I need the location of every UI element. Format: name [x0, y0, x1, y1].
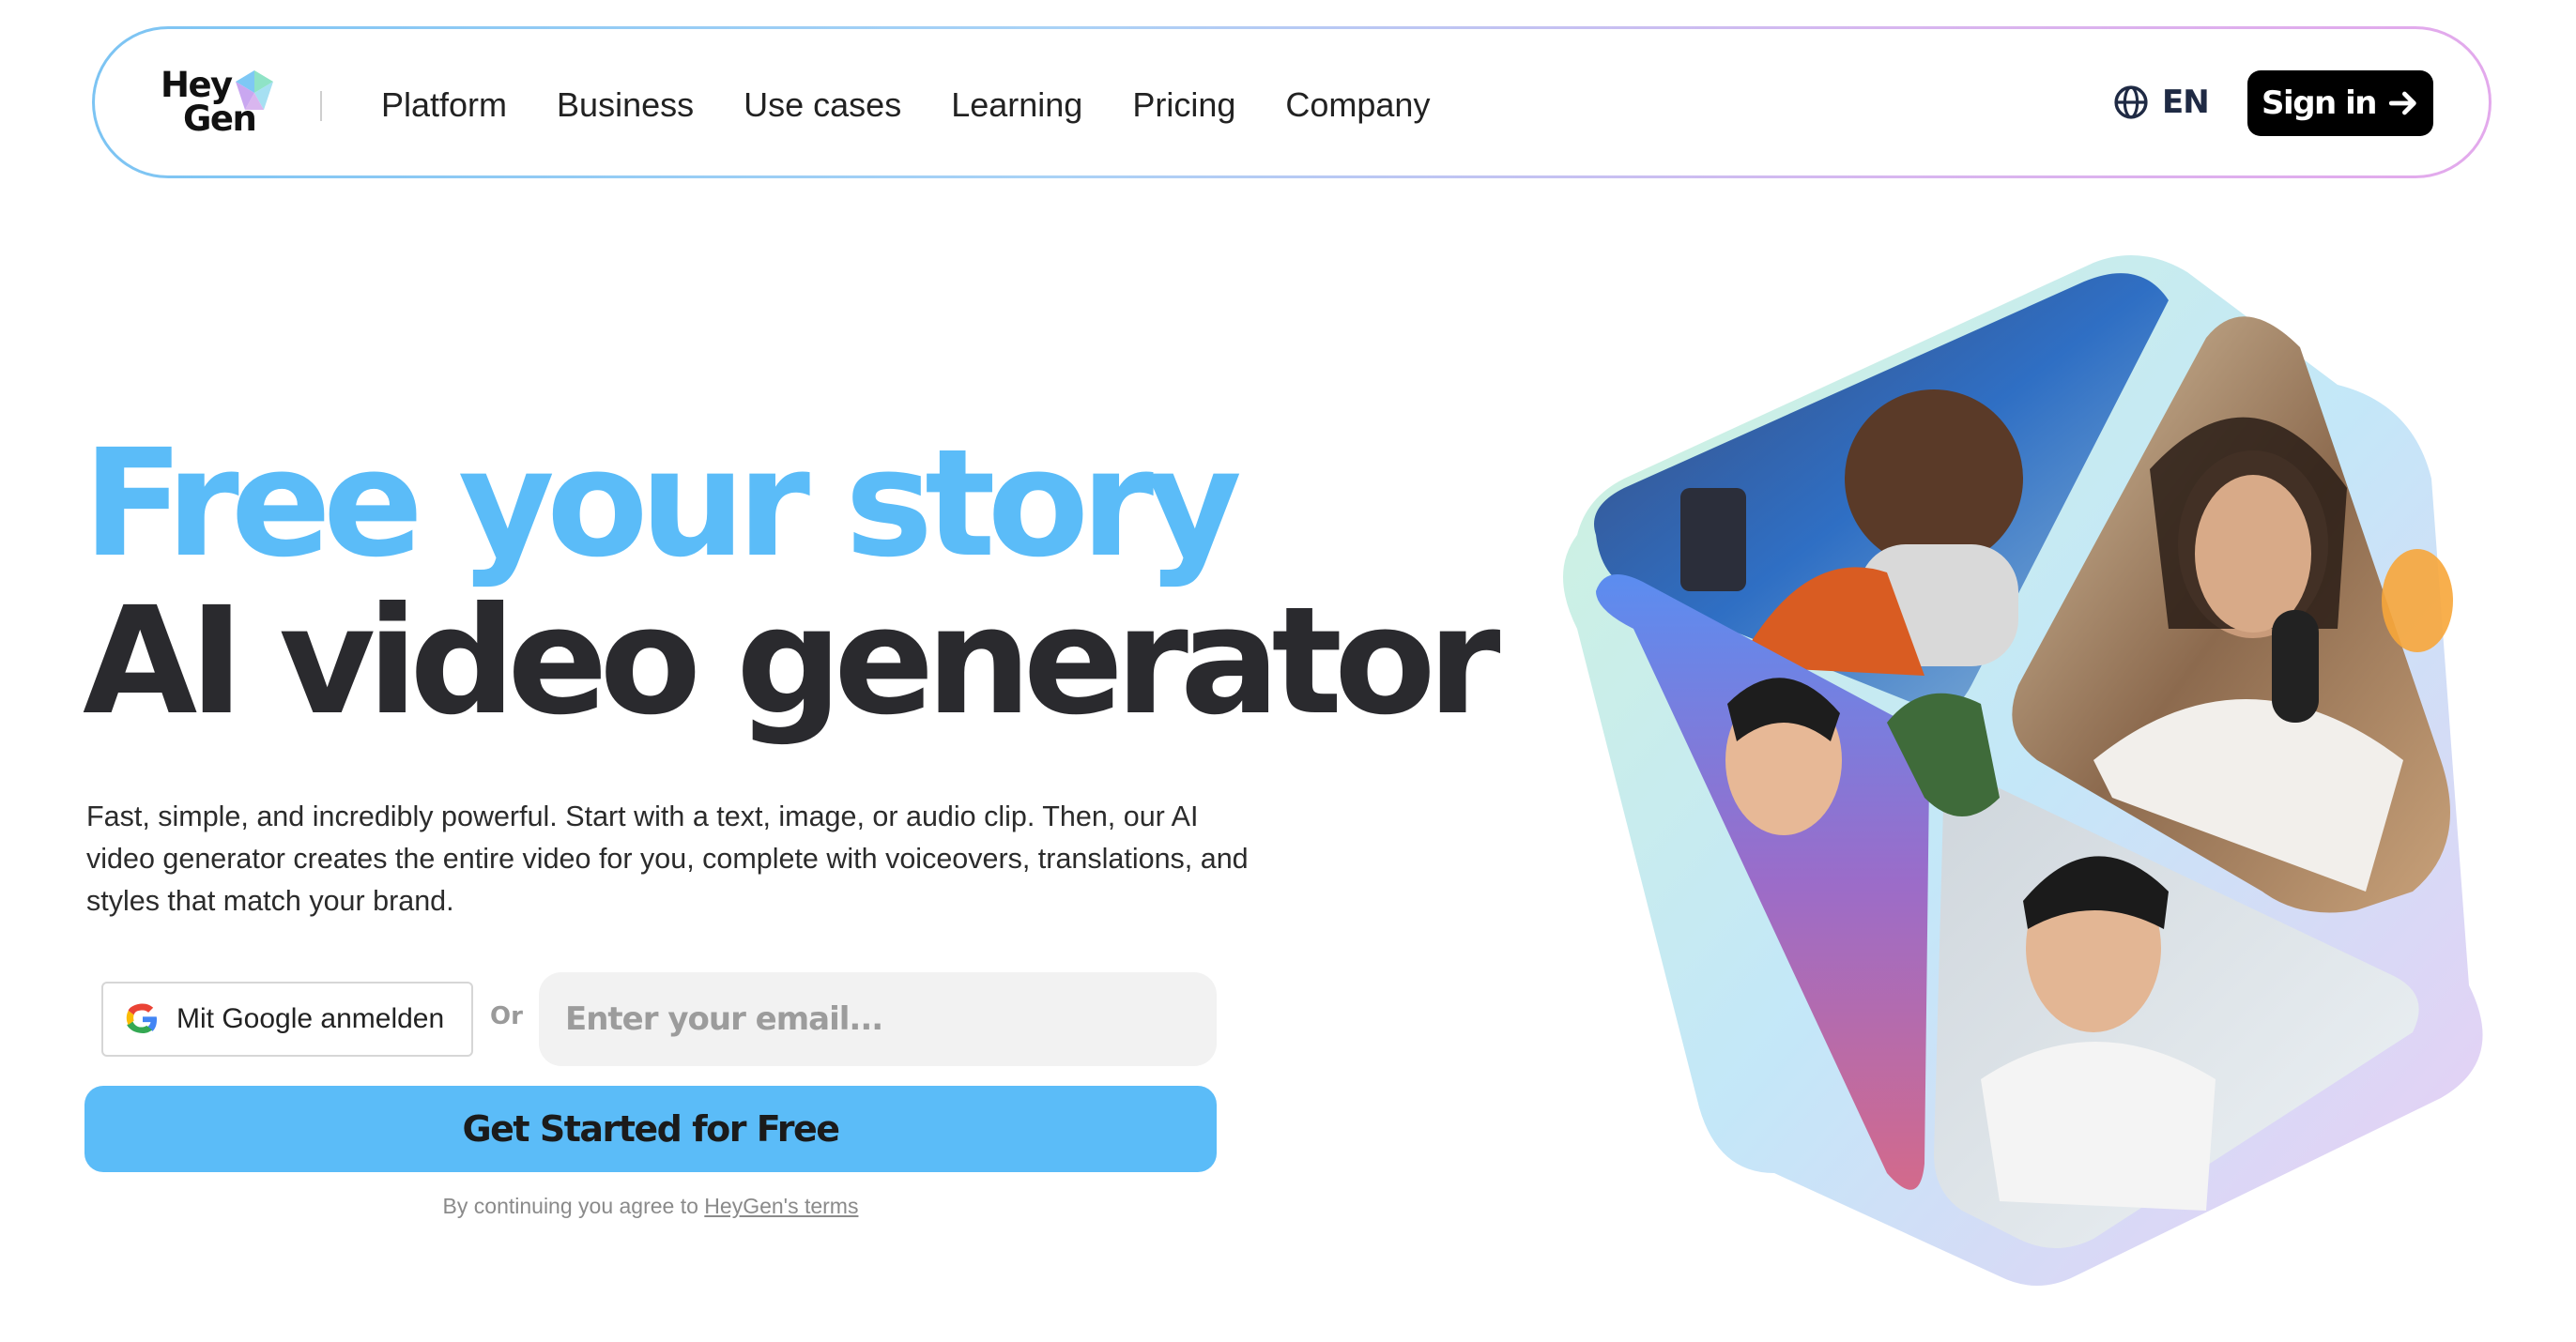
hero-headline-main: AI video generator: [83, 575, 1500, 748]
nav-link-pricing[interactable]: Pricing: [1132, 82, 1235, 129]
arrow-right-icon: [2388, 91, 2416, 115]
get-started-button[interactable]: Get Started for Free: [84, 1086, 1217, 1172]
language-label: EN: [2162, 84, 2210, 121]
terms-prefix: By continuing you agree to: [442, 1194, 698, 1218]
sign-in-button[interactable]: Sign in: [2247, 70, 2433, 136]
terms-notice: By continuing you agree to HeyGen's term…: [84, 1194, 1217, 1219]
hero-video-prism-image: [1563, 255, 2483, 1286]
heygen-logo[interactable]: Hey Gen: [161, 68, 283, 140]
navbar-inner: Hey Gen Platform Business Use cases Lear…: [95, 29, 2489, 175]
google-signin-label: Mit Google anmelden: [176, 1003, 445, 1034]
terms-link[interactable]: HeyGen's terms: [704, 1194, 858, 1218]
nav-link-company[interactable]: Company: [1285, 82, 1430, 129]
nav-link-learning[interactable]: Learning: [951, 82, 1082, 129]
globe-icon: [2114, 85, 2148, 119]
hero-description: Fast, simple, and incredibly powerful. S…: [86, 801, 1249, 917]
email-input[interactable]: [539, 972, 1217, 1066]
nav-link-business[interactable]: Business: [557, 82, 694, 129]
or-separator: Or: [490, 1002, 523, 1030]
nav-link-use-cases[interactable]: Use cases: [744, 82, 901, 129]
nav-links: Platform Business Use cases Learning Pri…: [381, 82, 1480, 129]
nav-link-platform[interactable]: Platform: [381, 82, 507, 129]
hero-headline-accent: Free your story: [83, 418, 1242, 590]
google-icon: [126, 1003, 157, 1033]
nav-divider: [320, 91, 322, 121]
top-navbar: Hey Gen Platform Business Use cases Lear…: [92, 26, 2492, 178]
language-selector[interactable]: EN: [2113, 84, 2210, 121]
logo-gem-icon: [236, 70, 273, 110]
sign-in-label: Sign in: [2262, 84, 2377, 122]
google-signin-button[interactable]: Mit Google anmelden: [101, 982, 473, 1057]
